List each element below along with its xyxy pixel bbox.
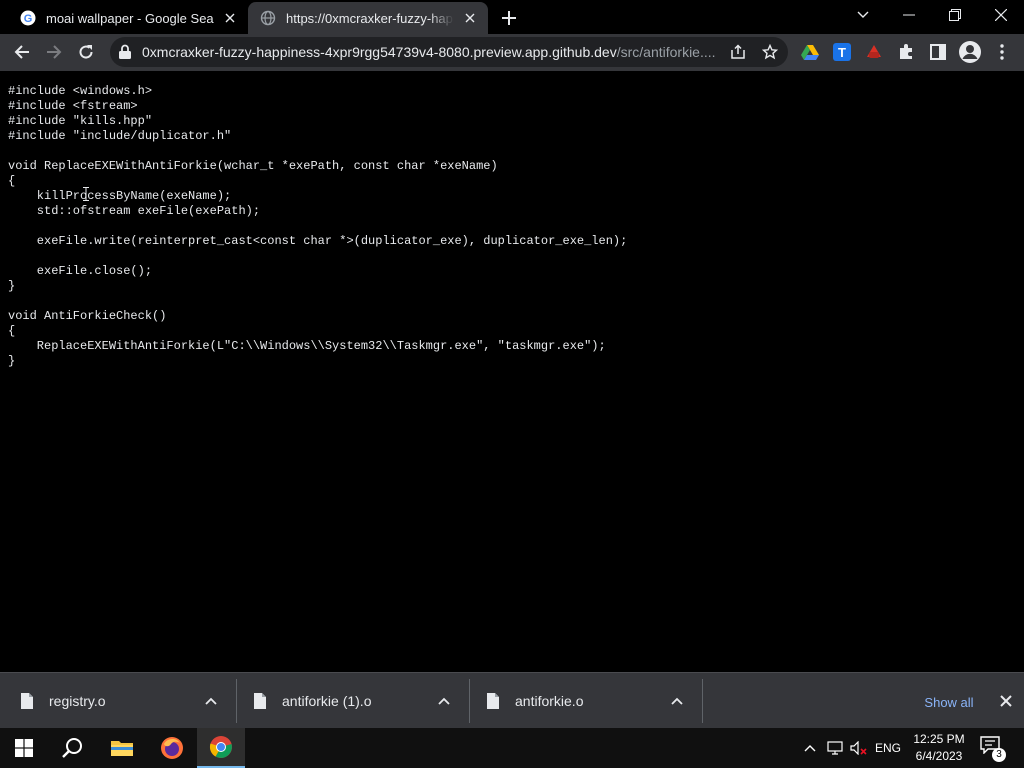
tab-preview[interactable]: https://0xmcraxker-fuzzy-happiness (248, 2, 488, 34)
language-indicator[interactable]: ENG (872, 738, 904, 758)
lock-icon[interactable] (118, 44, 132, 65)
windows-taskbar: ENG 12:25 PM 6/4/2023 3 (0, 728, 1024, 768)
chevron-up-icon[interactable] (204, 694, 218, 708)
address-bar[interactable]: 0xmcraxker-fuzzy-happiness-4xpr9rgg54739… (110, 37, 788, 67)
forward-button[interactable] (40, 38, 68, 66)
download-item[interactable]: registry.o (0, 679, 237, 723)
search-icon[interactable] (48, 728, 96, 768)
url-path: /src/antiforkie.... (616, 44, 716, 60)
side-panel-icon[interactable] (928, 42, 948, 62)
code-line: killProcessByName(exeName); (8, 189, 232, 203)
tab-title: moai wallpaper - Google Search (46, 10, 214, 26)
code-line: { (8, 324, 16, 338)
text-cursor-icon (83, 187, 89, 201)
red-extension-icon[interactable] (864, 42, 884, 62)
google-icon: G (20, 10, 36, 26)
volume-muted-icon[interactable] (850, 738, 868, 758)
menu-icon[interactable] (992, 42, 1012, 62)
code-line: exeFile.close(); (8, 264, 153, 278)
firefox-icon[interactable] (148, 728, 196, 768)
browser-toolbar: 0xmcraxker-fuzzy-happiness-4xpr9rgg54739… (0, 34, 1024, 71)
download-filename: antiforkie.o (515, 693, 584, 709)
tab-title: https://0xmcraxker-fuzzy-happiness (286, 10, 454, 26)
google-drive-icon[interactable] (800, 42, 820, 62)
chevron-up-icon[interactable] (670, 694, 684, 708)
source-code: #include <windows.h> #include <fstream> #i… (8, 84, 627, 369)
show-hidden-icons-icon[interactable] (802, 738, 818, 758)
code-line: #include "include/duplicator.h" (8, 129, 232, 143)
code-line: ReplaceEXEWithAntiForkie(L"C:\\Windows\\… (8, 339, 606, 353)
download-filename: registry.o (49, 693, 106, 709)
clock-date: 6/4/2023 (915, 749, 963, 763)
tab-strip: G moai wallpaper - Google Search https:/… (0, 0, 1024, 34)
code-line: #include <fstream> (8, 99, 138, 113)
reload-button[interactable] (72, 38, 100, 66)
download-filename: antiforkie (1).o (282, 693, 372, 709)
file-icon (487, 693, 499, 709)
close-tab-icon[interactable] (222, 10, 238, 26)
close-tab-icon[interactable] (462, 10, 478, 26)
file-explorer-icon[interactable] (98, 728, 146, 768)
download-item[interactable]: antiforkie (1).o (233, 679, 470, 723)
file-icon (254, 693, 266, 709)
notification-count-badge: 3 (992, 748, 1006, 762)
file-icon (21, 693, 33, 709)
new-tab-button[interactable] (498, 7, 520, 29)
bookmark-star-icon[interactable] (760, 42, 780, 62)
chrome-icon[interactable] (197, 728, 245, 768)
code-line: exeFile.write(reinterpret_cast<const cha… (8, 234, 628, 248)
code-line: } (8, 279, 16, 293)
code-line: #include "kills.hpp" (8, 114, 153, 128)
show-all-button[interactable]: Show all (912, 689, 986, 715)
back-button[interactable] (8, 38, 36, 66)
code-line: void AntiForkieCheck() (8, 309, 167, 323)
code-line: #include <windows.h> (8, 84, 153, 98)
puzzle-icon[interactable] (896, 42, 916, 62)
url-host: 0xmcraxker-fuzzy-happiness-4xpr9rgg54739… (142, 44, 617, 60)
minimize-icon[interactable] (886, 0, 932, 30)
tab-google-search[interactable]: G moai wallpaper - Google Search (8, 2, 248, 34)
code-line: std::ofstream exeFile(exePath); (8, 204, 261, 218)
tab-search-icon[interactable] (840, 0, 886, 30)
chevron-up-icon[interactable] (437, 694, 451, 708)
divider (702, 679, 703, 723)
network-icon[interactable] (826, 738, 844, 758)
system-clock[interactable]: 12:25 PM 6/4/2023 (906, 731, 972, 765)
close-window-icon[interactable] (978, 0, 1024, 30)
code-line: void ReplaceEXEWithAntiForkie(wchar_t *e… (8, 159, 498, 173)
download-shelf: registry.o antiforkie (1).o antiforkie.o… (0, 672, 1024, 728)
close-shelf-icon[interactable] (998, 693, 1014, 709)
translate-icon[interactable]: T (832, 42, 852, 62)
code-line: } (8, 354, 16, 368)
clock-time: 12:25 PM (913, 732, 965, 746)
download-item[interactable]: antiforkie.o (466, 679, 703, 723)
share-icon[interactable] (728, 42, 748, 62)
profile-icon[interactable] (958, 40, 982, 64)
restore-icon[interactable] (932, 0, 978, 30)
globe-icon (260, 10, 276, 26)
svg-text:T: T (838, 45, 846, 60)
svg-text:G: G (24, 13, 33, 25)
code-line: { (8, 174, 16, 188)
notification-center-icon[interactable]: 3 (980, 736, 1006, 762)
start-icon[interactable] (0, 728, 48, 768)
url-text[interactable]: 0xmcraxker-fuzzy-happiness-4xpr9rgg54739… (142, 44, 716, 60)
page-content: #include <windows.h> #include <fstream> #i… (0, 71, 1024, 672)
